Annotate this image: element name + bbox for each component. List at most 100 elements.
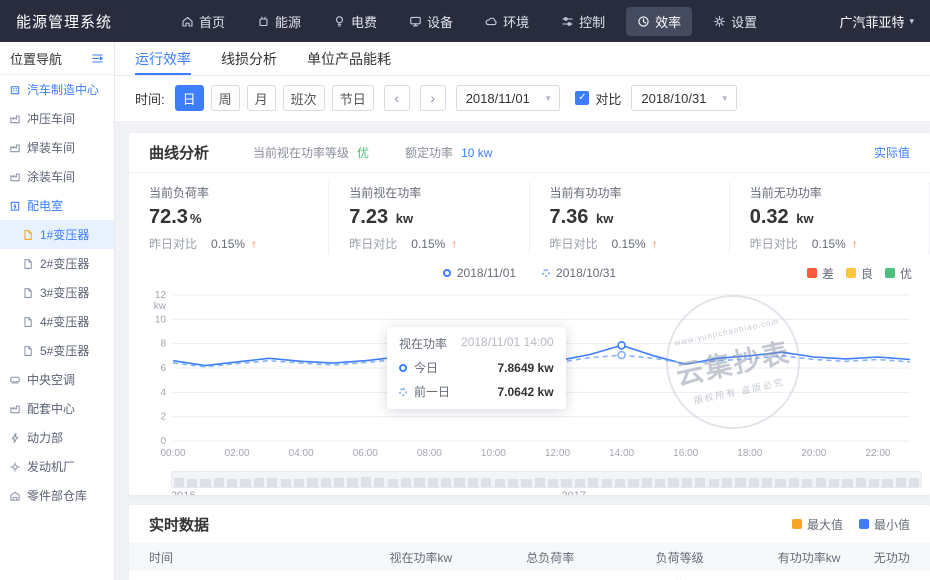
nav-item-energy[interactable]: 能源	[246, 7, 312, 36]
chevron-down-icon: ▾	[546, 93, 551, 104]
sidebar-subitem-label: 5#变压器	[40, 342, 89, 359]
table-header-row: 时间 视在功率kw 总负荷率 负荷等级 有功功率kw 无功功率kw	[129, 543, 930, 571]
line-chart[interactable]: 024681012kw00:0002:0004:0006:0008:0010:0…	[141, 287, 918, 468]
tab-unit-product-energy[interactable]: 单位产品能耗	[307, 42, 391, 75]
period-shift-button[interactable]: 班次	[283, 85, 325, 111]
sidebar-subitem-transformer-4[interactable]: 4#变压器	[0, 307, 114, 336]
sidebar-subitem-transformer-1[interactable]: 1#变压器	[0, 220, 114, 249]
stat-reactive-power: 当前无功功率 0.32 kw 昨日对比0.15%↑	[730, 182, 930, 254]
stats-row: 当前负荷率 72.3% 昨日对比0.15%↑ 当前视在功率 7.23 kw 昨日…	[129, 173, 930, 261]
svg-text:4: 4	[160, 387, 166, 398]
nav-item-home[interactable]: 首页	[170, 7, 236, 36]
table-legend: 最大值 最小值	[792, 516, 910, 533]
sidebar-item-label: 配套中心	[27, 400, 75, 417]
legend-today-label: 2018/11/01	[457, 266, 516, 280]
sidebar-item-supporting-center[interactable]: 配套中心	[0, 394, 114, 423]
grade-label: 良	[861, 265, 873, 282]
app-root: 能源管理系统 首页 能源 电费 设备 环境	[0, 0, 930, 580]
transformer-file-icon	[22, 316, 34, 328]
zoom-year-2016: 2016	[171, 490, 195, 495]
sidebar-item-stamping-shop[interactable]: 冲压车间	[0, 104, 114, 133]
period-month-button[interactable]: 月	[247, 85, 276, 111]
stat-value: 7.23	[349, 206, 388, 228]
sidebar-item-engine-factory[interactable]: 发动机厂	[0, 452, 114, 481]
curve-analysis-card: 曲线分析 当前视在功率等级 优 额定功率 10 kw 实际值 当前负荷率 72.…	[129, 133, 930, 495]
nav-item-control[interactable]: 控制	[550, 7, 616, 36]
sidebar-subitem-transformer-5[interactable]: 5#变压器	[0, 336, 114, 365]
trend-up-icon: ↑	[251, 237, 257, 251]
transformer-file-icon	[22, 287, 34, 299]
nav-item-efficiency[interactable]: 效率	[626, 7, 692, 36]
main-area: 运行效率 线损分析 单位产品能耗 时间: 日 周 月 班次 节日 ‹ › 201…	[115, 42, 930, 580]
tab-line-loss-analysis[interactable]: 线损分析	[221, 42, 277, 75]
sidebar-item-welding-shop[interactable]: 焊装车间	[0, 133, 114, 162]
sidebar-item-label: 冲压车间	[27, 110, 75, 127]
compare-label: 昨日对比	[149, 235, 197, 252]
tooltip-label: 今日	[414, 359, 438, 376]
period-week-button[interactable]: 周	[211, 85, 240, 111]
prev-date-button[interactable]: ‹	[384, 85, 410, 111]
sidebar-subitem-transformer-3[interactable]: 3#变压器	[0, 278, 114, 307]
tooltip-row-today: 今日 7.8649 kw	[399, 359, 554, 376]
start-date-picker[interactable]: 2018/11/01 ▾	[456, 85, 561, 111]
collapse-tree-icon[interactable]	[91, 52, 104, 65]
nav-item-environment[interactable]: 环境	[474, 7, 540, 36]
nav-item-electricity-fee[interactable]: 电费	[322, 7, 388, 36]
sidebar-subitem-transformer-2[interactable]: 2#变压器	[0, 249, 114, 278]
solid-circle-icon	[443, 269, 451, 277]
table-row[interactable]: 01.2018-11-01 14:00 7.9482 79.05% 优 5.74…	[129, 571, 930, 580]
compare-value: 0.15%	[612, 237, 646, 251]
actual-value-link[interactable]: 实际值	[874, 144, 910, 161]
nav-label: 环境	[503, 12, 529, 31]
nav-item-equipment[interactable]: 设备	[398, 7, 464, 36]
data-zoom-slider[interactable]	[171, 471, 922, 488]
svg-text:12: 12	[155, 290, 167, 301]
period-holiday-button[interactable]: 节日	[332, 85, 374, 111]
nav-item-settings[interactable]: 设置	[702, 7, 768, 36]
legend-yesterday[interactable]: 2018/10/31	[542, 266, 616, 280]
compare-label: 昨日对比	[550, 235, 598, 252]
sidebar-item-label: 配电室	[27, 197, 63, 214]
rated-power-value: 10 kw	[461, 146, 492, 160]
sidebar-item-label: 中央空调	[27, 371, 75, 388]
chevron-down-icon: ▾	[909, 16, 914, 27]
compare-label: 昨日对比	[750, 235, 798, 252]
sidebar-item-label: 零件部仓库	[27, 487, 87, 504]
sidebar-item-central-ac[interactable]: 中央空调	[0, 365, 114, 394]
sidebar-item-power-distribution-room[interactable]: 配电室	[0, 191, 114, 220]
compare-toggle[interactable]: ✓ 对比	[575, 89, 621, 108]
trend-up-icon: ↑	[652, 237, 658, 251]
workshop-icon	[9, 113, 21, 125]
content-area: 曲线分析 当前视在功率等级 优 额定功率 10 kw 实际值 当前负荷率 72.…	[115, 122, 930, 580]
chart-legend: 2018/11/01 2018/10/31 差 良 优	[129, 261, 930, 285]
clock-icon	[637, 15, 650, 28]
sidebar-item-painting-shop[interactable]: 涂装车间	[0, 162, 114, 191]
sidebar-item-parts-warehouse[interactable]: 零件部仓库	[0, 481, 114, 510]
compare-checkbox[interactable]: ✓	[575, 91, 589, 105]
legend-today[interactable]: 2018/11/01	[443, 266, 516, 280]
next-date-button[interactable]: ›	[420, 85, 446, 111]
account-menu[interactable]: 广汽菲亚特 ▾	[839, 12, 914, 31]
realtime-card-title: 实时数据	[149, 514, 209, 535]
compare-date-picker[interactable]: 2018/10/31 ▾	[631, 85, 737, 111]
stat-apparent-power: 当前视在功率 7.23 kw 昨日对比0.15%↑	[329, 182, 529, 254]
realtime-data-card: 实时数据 最大值 最小值 时间 视在功率kw 总负荷率 负荷等级 有功功率kw …	[129, 505, 930, 580]
svg-text:10: 10	[155, 314, 167, 325]
tab-operating-efficiency[interactable]: 运行效率	[135, 42, 191, 75]
trend-up-icon: ↑	[451, 237, 457, 251]
power-icon	[9, 432, 21, 444]
tooltip-value: 7.8649 kw	[498, 361, 554, 375]
sidebar-item-label: 动力部	[27, 429, 63, 446]
start-date-value: 2018/11/01	[466, 91, 530, 106]
svg-text:02:00: 02:00	[225, 448, 250, 459]
factory-icon	[9, 84, 21, 96]
legend-max-label: 最大值	[807, 516, 843, 533]
stat-label: 当前视在功率	[349, 184, 508, 201]
col-time: 时间	[149, 549, 356, 566]
svg-text:08:00: 08:00	[417, 448, 442, 459]
sidebar-item-manufacturing-center[interactable]: 汽车制造中心	[0, 75, 114, 104]
top-nav: 首页 能源 电费 设备 环境 控制	[170, 7, 839, 36]
sidebar-item-power-department[interactable]: 动力部	[0, 423, 114, 452]
grade-good: 良	[846, 265, 873, 282]
period-day-button[interactable]: 日	[175, 85, 204, 111]
